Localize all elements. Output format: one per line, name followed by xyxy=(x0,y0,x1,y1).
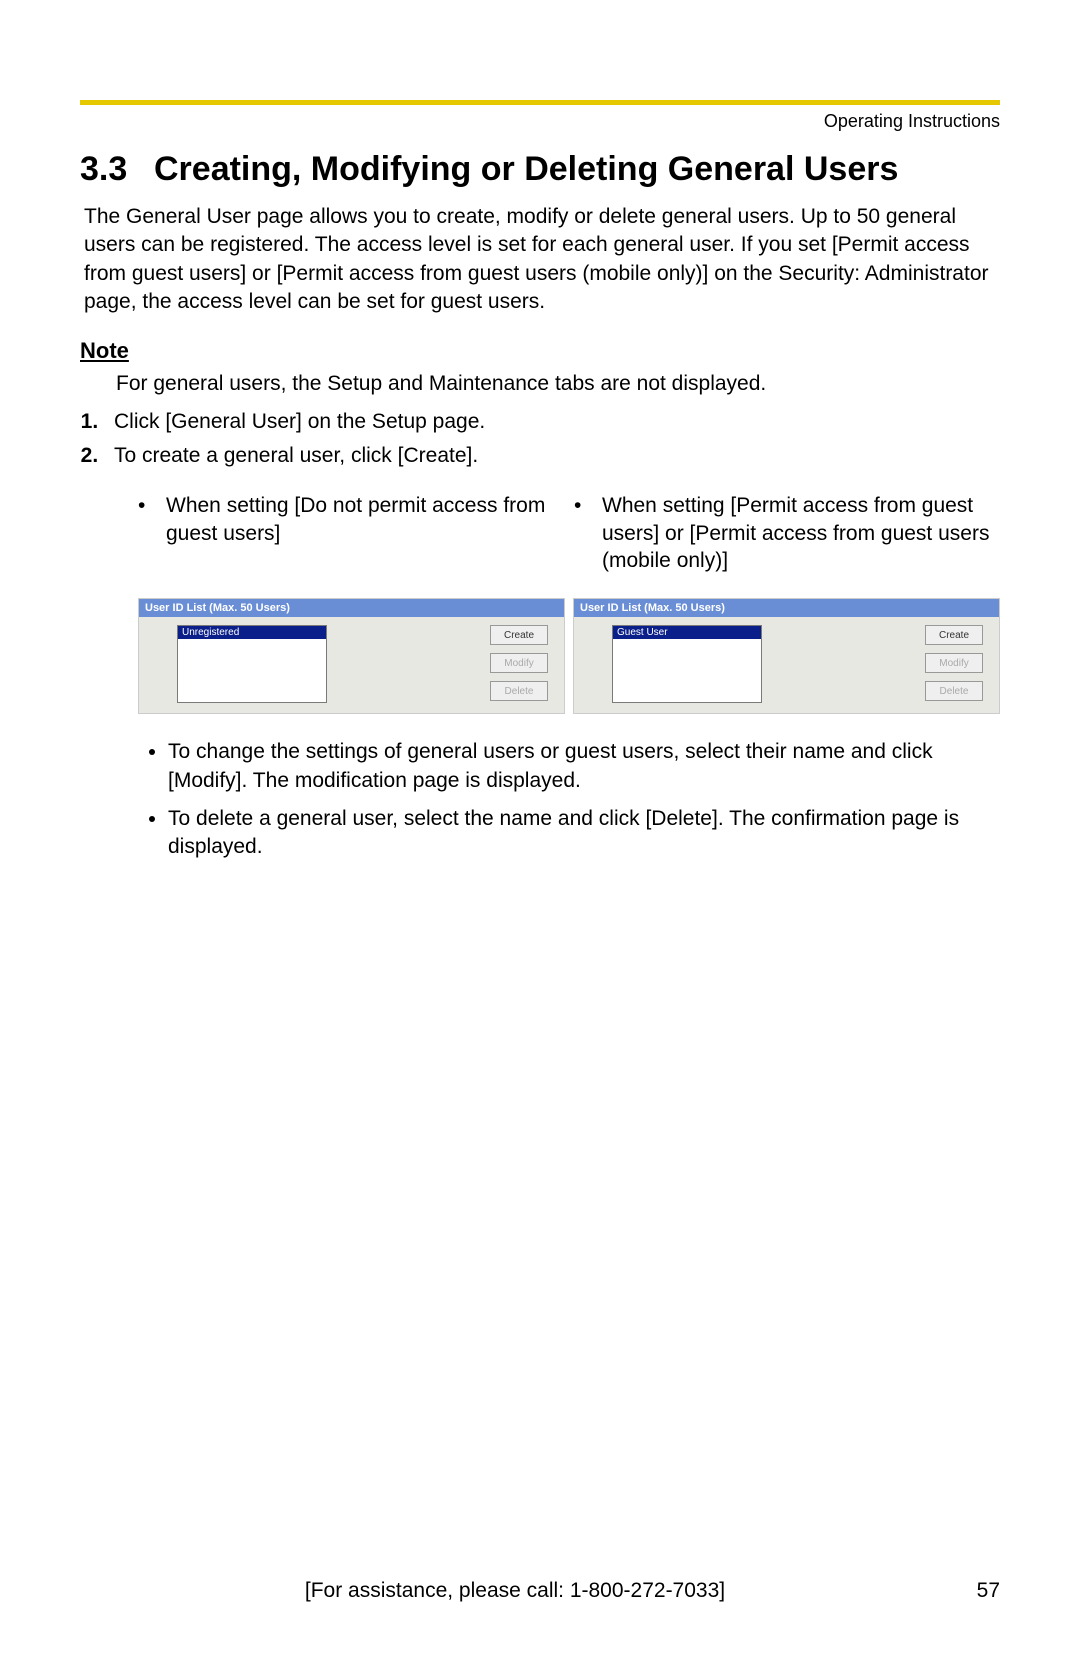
sub-bullet: To delete a general user, select the nam… xyxy=(168,805,1000,862)
panel-title: User ID List (Max. 50 Users) xyxy=(139,599,564,617)
step-item: Click [General User] on the Setup page. xyxy=(104,410,1000,434)
delete-button[interactable]: Delete xyxy=(490,681,548,701)
sub-bullet-list: To change the settings of general users … xyxy=(138,738,1000,861)
panel-title: User ID List (Max. 50 Users) xyxy=(574,599,999,617)
sub-bullet: To change the settings of general users … xyxy=(168,738,1000,795)
modify-button[interactable]: Modify xyxy=(490,653,548,673)
step-item: To create a general user, click [Create]… xyxy=(104,444,1000,468)
bullet-icon: • xyxy=(138,492,166,547)
screenshot-right: User ID List (Max. 50 Users) Guest User … xyxy=(573,598,1000,714)
note-body: For general users, the Setup and Mainten… xyxy=(116,372,1000,396)
top-rule xyxy=(80,100,1000,105)
modify-button[interactable]: Modify xyxy=(925,653,983,673)
bullet-icon: • xyxy=(574,492,602,574)
section-number: 3.3 xyxy=(80,150,154,189)
section-title: Creating, Modifying or Deleting General … xyxy=(154,150,898,189)
intro-paragraph: The General User page allows you to crea… xyxy=(84,203,1000,316)
list-item-selected[interactable]: Guest User xyxy=(613,626,761,639)
left-column-heading: When setting [Do not permit access from … xyxy=(166,492,564,547)
right-column-heading: When setting [Permit access from guest u… xyxy=(602,492,1000,574)
step-list: Click [General User] on the Setup page. … xyxy=(80,410,1000,468)
footer-assistance: [For assistance, please call: 1-800-272-… xyxy=(80,1579,950,1603)
note-label: Note xyxy=(80,338,1000,364)
user-id-listbox[interactable]: Unregistered xyxy=(177,625,327,703)
list-item-selected[interactable]: Unregistered xyxy=(178,626,326,639)
user-id-listbox[interactable]: Guest User xyxy=(612,625,762,703)
page-number: 57 xyxy=(950,1579,1000,1603)
create-button[interactable]: Create xyxy=(925,625,983,645)
running-header: Operating Instructions xyxy=(80,111,1000,132)
delete-button[interactable]: Delete xyxy=(925,681,983,701)
screenshot-left: User ID List (Max. 50 Users) Unregistere… xyxy=(138,598,565,714)
create-button[interactable]: Create xyxy=(490,625,548,645)
